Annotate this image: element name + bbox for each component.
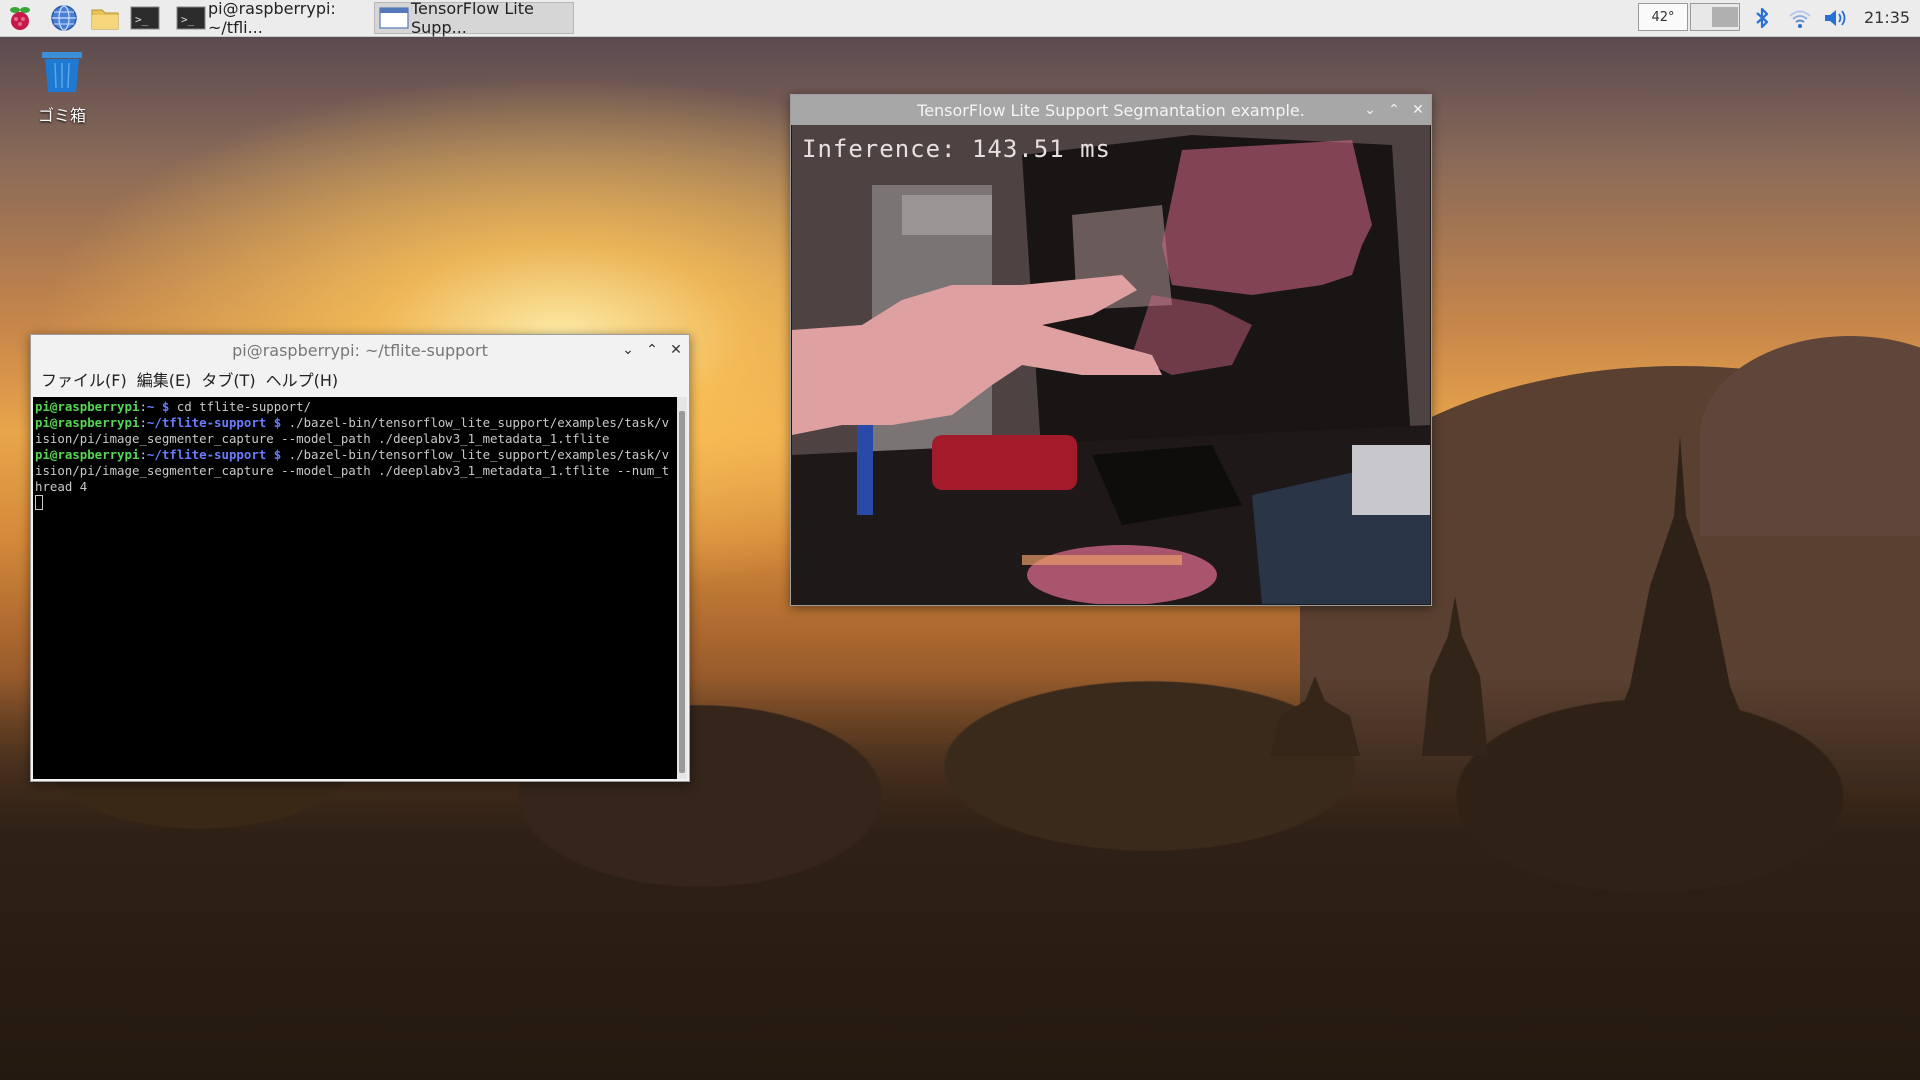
cpu-usage-bar [1712,7,1738,27]
taskbar: >_ >_ pi@raspberrypi: ~/tfli... TensorFl… [0,0,1920,37]
taskbar-task-terminal[interactable]: >_ pi@raspberrypi: ~/tfli... [172,0,372,37]
close-icon[interactable]: ✕ [1411,102,1425,118]
prompt-path: ~/tflite-support [146,447,267,462]
file-manager-icon[interactable] [90,4,119,32]
window-icon [379,6,409,30]
clock[interactable]: 21:35 [1864,0,1910,36]
segmented-camera-image [792,125,1430,604]
scrollbar-thumb[interactable] [679,411,685,773]
terminal-line: pi@raspberrypi:~/tflite-support $ ./baze… [35,447,670,494]
segmentation-title: TensorFlow Lite Support Segmantation exa… [917,100,1305,120]
inference-time-overlay: Inference: 143.51 ms [802,135,1111,163]
pagoda-silhouette [1600,436,1760,856]
terminal-title: pi@raspberrypi: ~/tflite-support [232,340,488,360]
prompt-user: pi@raspberrypi [35,399,140,414]
pagoda-silhouette [1270,676,1360,756]
bluetooth-icon[interactable] [1748,4,1776,32]
terminal-command: cd tflite-support/ [176,399,312,414]
terminal-icon[interactable]: >_ [130,4,160,32]
taskbar-task-segmentation[interactable]: TensorFlow Lite Supp... [374,0,574,37]
menu-help[interactable]: ヘルプ(H) [264,367,347,391]
segmentation-titlebar[interactable]: TensorFlow Lite Support Segmantation exa… [791,95,1431,125]
terminal-icon: >_ [176,6,206,30]
minimize-icon[interactable]: ⌄ [1363,102,1377,118]
trash-icon [42,52,82,92]
cpu-usage-monitor[interactable] [1690,3,1740,31]
prompt-path: ~/tflite-support [146,415,267,430]
terminal-menubar: ファイル(F) 編集(E) タブ(T) ヘルプ(H) [31,365,689,393]
terminal-line: pi@raspberrypi:~/tflite-support $ ./baze… [35,415,670,446]
pagoda-silhouette [1422,596,1488,756]
svg-text:>_: >_ [135,13,149,26]
menu-tabs[interactable]: タブ(T) [199,367,263,391]
menu-file[interactable]: ファイル(F) [39,367,135,391]
terminal-scrollbar[interactable] [677,397,687,779]
camera-frame: Inference: 143.51 ms [792,125,1430,604]
terminal-cursor [35,495,43,510]
terminal-output[interactable]: pi@raspberrypi:~ $ cd tflite-support/pi@… [33,397,677,779]
svg-text:>_: >_ [181,13,195,26]
taskbar-task-label: TensorFlow Lite Supp... [411,0,534,37]
volume-icon[interactable] [1822,4,1850,32]
segmentation-window: TensorFlow Lite Support Segmantation exa… [790,94,1432,606]
trash-desktop-icon[interactable]: ゴミ箱 [30,48,94,126]
maximize-icon[interactable]: ⌃ [645,342,659,358]
wifi-icon[interactable] [1786,4,1814,32]
taskbar-task-label: pi@raspberrypi: ~/tfli... [208,0,336,37]
close-icon[interactable]: ✕ [669,342,683,358]
terminal-titlebar[interactable]: pi@raspberrypi: ~/tflite-support ⌄ ⌃ ✕ [31,335,689,365]
maximize-icon[interactable]: ⌃ [1387,102,1401,118]
cpu-temperature[interactable]: 42° [1638,3,1688,31]
prompt-user: pi@raspberrypi [35,447,140,462]
terminal-line: pi@raspberrypi:~ $ cd tflite-support/ [35,399,312,414]
prompt-user: pi@raspberrypi [35,415,140,430]
menu-edit[interactable]: 編集(E) [135,367,200,391]
web-browser-icon[interactable] [50,4,78,32]
trash-label: ゴミ箱 [37,106,86,125]
terminal-window: pi@raspberrypi: ~/tflite-support ⌄ ⌃ ✕ フ… [30,334,690,782]
minimize-icon[interactable]: ⌄ [621,342,635,358]
raspberry-menu-icon[interactable] [6,4,34,32]
